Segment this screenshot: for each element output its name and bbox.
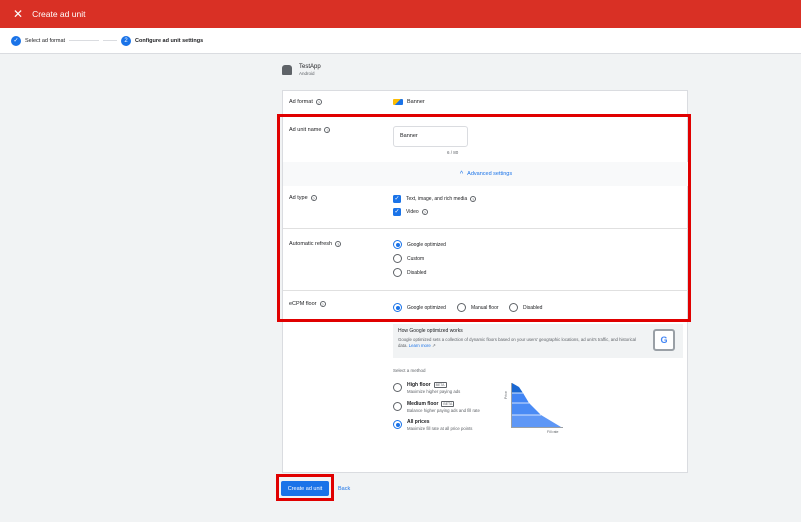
y-axis-label: Price	[503, 391, 508, 399]
method-high-floor[interactable]: High floor BETA Maximize higher paying a…	[393, 382, 460, 394]
step-connector	[69, 40, 100, 41]
method-medium-floor[interactable]: Medium floor BETA Balance higher paying …	[393, 401, 480, 413]
method-title-text: All prices	[407, 419, 430, 425]
step-label: Select ad format	[25, 37, 66, 44]
step-label: Configure ad unit settings	[135, 37, 204, 44]
app-header: TestApp Android	[282, 64, 321, 76]
info-text: Google optimized sets a collection of dy…	[398, 337, 643, 350]
ad-format-text: Banner	[407, 99, 425, 105]
google-optimized-info: How Google optimized works Google optimi…	[393, 324, 683, 358]
beta-badge: BETA	[433, 382, 447, 388]
step-connector	[103, 40, 118, 41]
x-axis-label: Fill rate	[547, 430, 559, 434]
x-axis	[511, 427, 563, 428]
banner-icon	[393, 99, 403, 105]
top-bar: ✕ Create ad unit	[0, 0, 801, 28]
beta-badge: BETA	[441, 401, 455, 407]
method-title: High floor BETA	[407, 382, 460, 388]
method-title: All prices	[407, 419, 472, 425]
app-name: TestApp	[299, 64, 321, 70]
radio-selected-icon[interactable]	[393, 420, 402, 429]
step-number: 2	[121, 35, 132, 46]
y-axis	[511, 383, 512, 427]
method-subtitle: Maximize higher paying ads	[407, 389, 461, 394]
info-title: How Google optimized works	[398, 328, 463, 334]
google-chip-icon: G	[653, 329, 675, 351]
label-text: Ad format	[289, 99, 313, 105]
learn-more-link[interactable]: Learn more	[409, 343, 431, 348]
ad-format-value: Banner	[393, 99, 425, 105]
back-button[interactable]: Back	[338, 483, 350, 494]
method-all-prices[interactable]: All prices Maximize fill rate at all pri…	[393, 419, 472, 431]
page-title: Create ad unit	[32, 9, 86, 19]
method-subtitle: Maximize fill rate at all price points	[407, 426, 473, 431]
close-icon[interactable]: ✕	[13, 8, 23, 20]
highlight-box-settings	[277, 114, 691, 322]
method-title: Medium floor BETA	[407, 401, 480, 407]
step-select-ad-format[interactable]: ✓ Select ad format	[11, 35, 66, 46]
help-icon[interactable]: ?	[315, 99, 322, 105]
android-icon	[282, 65, 292, 75]
method-title-text: High floor	[407, 382, 431, 388]
highlight-box-create-button	[276, 474, 334, 501]
select-method-label: Select a method	[393, 368, 426, 373]
price-fill-rate-illustration: Price Fill rate	[504, 381, 571, 434]
method-title-text: Medium floor	[407, 401, 439, 407]
radio-icon[interactable]	[393, 383, 402, 392]
step-configure-ad-unit[interactable]: 2 Configure ad unit settings	[121, 35, 204, 46]
radio-icon[interactable]	[393, 402, 402, 411]
ad-format-label: Ad format ?	[289, 99, 322, 105]
floor-curve-graphic	[512, 383, 561, 427]
app-platform: Android	[299, 71, 315, 76]
stepper: ✓ Select ad format 2 Configure ad unit s…	[0, 28, 801, 54]
method-subtitle: Balance higher paying ads and fill rate	[407, 408, 480, 413]
external-link-icon: ↗	[431, 343, 436, 349]
check-icon: ✓	[11, 35, 21, 46]
